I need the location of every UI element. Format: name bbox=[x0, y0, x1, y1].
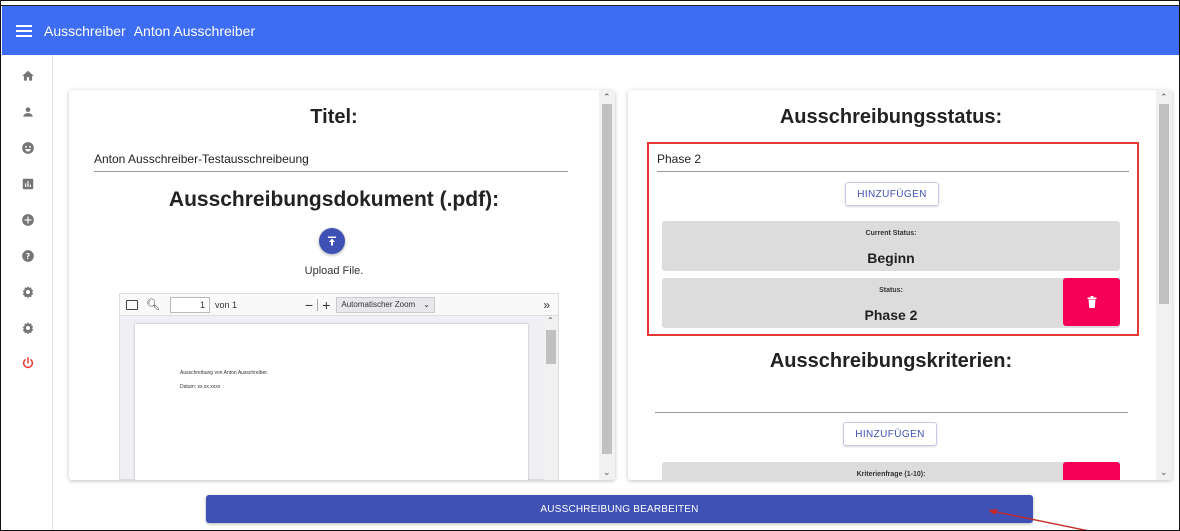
scroll-down-icon[interactable]: ⌄ bbox=[1160, 467, 1168, 478]
left-scroll-thumb[interactable] bbox=[602, 104, 612, 454]
svg-text:?: ? bbox=[26, 252, 30, 261]
zoom-select[interactable]: Automatischer Zoom ⌄ bbox=[336, 296, 435, 313]
add-circle-icon[interactable] bbox=[21, 213, 35, 227]
user-name: Anton Ausschreiber bbox=[133, 22, 256, 39]
status-input[interactable]: Phase 2 bbox=[657, 152, 1129, 172]
annotation-arrow bbox=[988, 509, 1088, 530]
settings-icon[interactable] bbox=[21, 321, 35, 335]
add-criteria-button[interactable]: HINZUFÜGEN bbox=[843, 422, 937, 446]
status-entry-panel: Status: Phase 2 bbox=[662, 278, 1120, 328]
person-icon[interactable] bbox=[21, 105, 35, 119]
scroll-up-icon[interactable]: ⌃ bbox=[547, 316, 554, 325]
pdf-line-1: Ausschreibung von Anton Ausschreiber. bbox=[180, 370, 269, 376]
tender-document-card: Titel: Anton Ausschreiber-Testausschreib… bbox=[69, 90, 615, 480]
criteria-input[interactable] bbox=[655, 412, 1128, 413]
zoom-out-icon[interactable]: − bbox=[305, 297, 313, 313]
status-section: Phase 2 HINZUFÜGEN Current Status: Begin… bbox=[647, 142, 1139, 336]
help-icon[interactable]: ? bbox=[21, 249, 35, 263]
scroll-up-icon[interactable]: ⌃ bbox=[1160, 92, 1168, 103]
page-total: von 1 bbox=[214, 299, 237, 310]
scroll-up-icon[interactable]: ⌃ bbox=[603, 92, 611, 103]
add-status-button[interactable]: HINZUFÜGEN bbox=[845, 182, 939, 206]
title-heading: Titel: bbox=[310, 106, 358, 128]
menu-icon[interactable] bbox=[16, 24, 32, 37]
current-status-label: Current Status: bbox=[865, 230, 917, 237]
criteria-heading: Ausschreibungskriterien: bbox=[769, 350, 1013, 372]
status-value: Phase 2 bbox=[864, 307, 918, 323]
main-content: Titel: Anton Ausschreiber-Testausschreib… bbox=[54, 55, 1179, 530]
trash-icon bbox=[1087, 296, 1096, 308]
search-icon[interactable]: 🔍︎ bbox=[146, 298, 160, 311]
chart-icon[interactable] bbox=[21, 177, 35, 191]
title-field[interactable]: Anton Ausschreiber-Testausschreibeung bbox=[94, 152, 568, 172]
home-icon[interactable] bbox=[21, 69, 35, 83]
app-title: Ausschreiber bbox=[44, 22, 126, 39]
current-status-value: Beginn bbox=[867, 250, 915, 266]
app-window: Ausschreiber Anton Ausschreiber ? Titel:… bbox=[0, 0, 1180, 531]
delete-status-button[interactable] bbox=[1063, 278, 1120, 326]
sidebar: ? bbox=[1, 55, 53, 530]
upload-icon bbox=[328, 236, 336, 246]
tender-status-card: Ausschreibungsstatus: Phase 2 HINZUFÜGEN… bbox=[628, 90, 1172, 480]
app-bar: Ausschreiber Anton Ausschreiber bbox=[2, 6, 1179, 55]
pdf-scroll-thumb[interactable] bbox=[546, 330, 556, 364]
current-status-panel: Current Status: Beginn bbox=[662, 221, 1120, 271]
status-label: Status: bbox=[879, 287, 903, 294]
upload-label: Upload File. bbox=[304, 265, 364, 277]
status-heading: Ausschreibungsstatus: bbox=[779, 106, 1003, 128]
right-scroll-thumb[interactable] bbox=[1159, 104, 1169, 304]
more-tools-icon[interactable]: » bbox=[543, 298, 550, 312]
zoom-in-icon[interactable]: + bbox=[322, 297, 330, 313]
pdf-toolbar: 🔍︎ 1 von 1 − + Automatischer Zoom ⌄ » bbox=[120, 294, 558, 316]
zoom-select-value: Automatischer Zoom bbox=[341, 300, 416, 309]
document-heading: Ausschreibungsdokument (.pdf): bbox=[168, 188, 500, 211]
edit-tender-button[interactable]: AUSSCHREIBUNG BEARBEITEN bbox=[206, 495, 1033, 523]
left-card-scrollbar[interactable]: ⌃ ⌄ bbox=[599, 90, 615, 480]
settings-icon[interactable] bbox=[21, 285, 35, 299]
sidebar-toggle-icon[interactable] bbox=[126, 299, 138, 310]
toolbar-separator bbox=[317, 298, 319, 311]
chevron-down-icon: ⌄ bbox=[423, 300, 430, 309]
pdf-scrollbar[interactable]: ⌃ bbox=[544, 316, 558, 480]
page-number-input[interactable]: 1 bbox=[169, 296, 210, 313]
upload-button[interactable] bbox=[319, 228, 345, 254]
right-card-scrollbar[interactable]: ⌃ ⌄ bbox=[1156, 90, 1172, 480]
group-icon[interactable] bbox=[21, 141, 35, 155]
criteria-question-label: Kriterienfrage (1-10): bbox=[856, 471, 926, 478]
delete-criteria-button[interactable] bbox=[1063, 462, 1120, 480]
pdf-page: Ausschreibung von Anton Ausschreiber. Da… bbox=[135, 324, 528, 480]
scroll-down-icon[interactable]: ⌄ bbox=[603, 467, 611, 478]
criteria-panel: Kriterienfrage (1-10): bbox=[662, 462, 1120, 480]
pdf-line-2: Datum: xx.xx.xxxx bbox=[180, 384, 221, 390]
pdf-viewer: 🔍︎ 1 von 1 − + Automatischer Zoom ⌄ » Aus… bbox=[119, 293, 559, 480]
power-icon[interactable] bbox=[21, 356, 35, 370]
